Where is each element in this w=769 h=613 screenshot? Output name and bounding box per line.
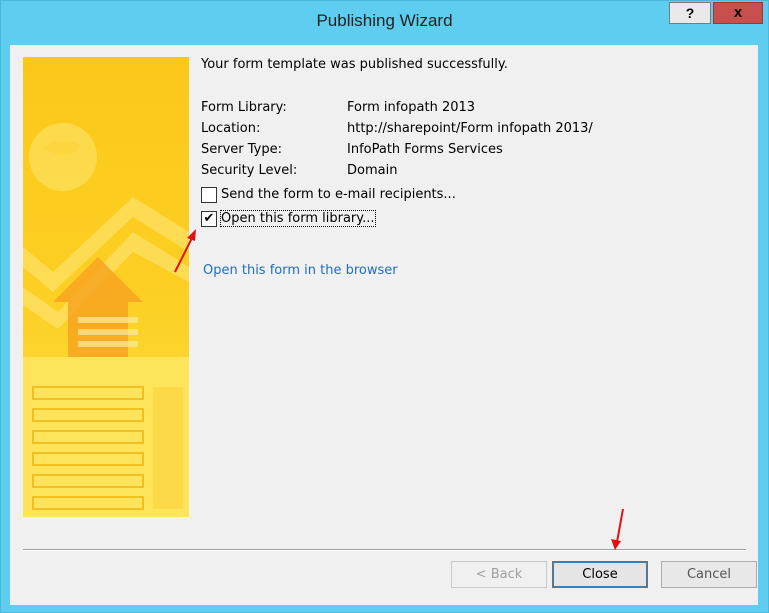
open-library-checkbox[interactable]: ✔ [201,211,217,227]
title-bar[interactable]: Publishing Wizard ? x [1,1,768,41]
dialog-body: Your form template was published success… [10,45,758,605]
info-label: Server Type: [201,142,283,157]
open-in-browser-link[interactable]: Open this form in the browser [203,263,398,278]
window-close-button[interactable]: x [713,2,763,24]
open-library-label[interactable]: Open this form library... [220,210,376,227]
cancel-button[interactable]: Cancel [661,561,757,588]
info-value: Form infopath 2013 [347,100,476,115]
publishing-wizard-window: Publishing Wizard ? x Your form template… [0,0,769,613]
help-button[interactable]: ? [669,2,711,24]
window-title: Publishing Wizard [316,11,453,30]
close-button[interactable]: Close [552,561,648,588]
info-value: Domain [347,163,398,178]
info-value: http://sharepoint/Form infopath 2013/ [347,121,593,136]
info-value: InfoPath Forms Services [347,142,503,157]
footer-separator [23,549,746,551]
success-message: Your form template was published success… [201,57,508,72]
info-label: Security Level: [201,163,298,178]
send-email-label[interactable]: Send the form to e-mail recipients... [221,187,456,202]
info-label: Location: [201,121,261,136]
back-button[interactable]: < Back [451,561,547,588]
wizard-banner-image [23,57,189,517]
info-label: Form Library: [201,100,287,115]
send-email-checkbox[interactable] [201,187,217,203]
